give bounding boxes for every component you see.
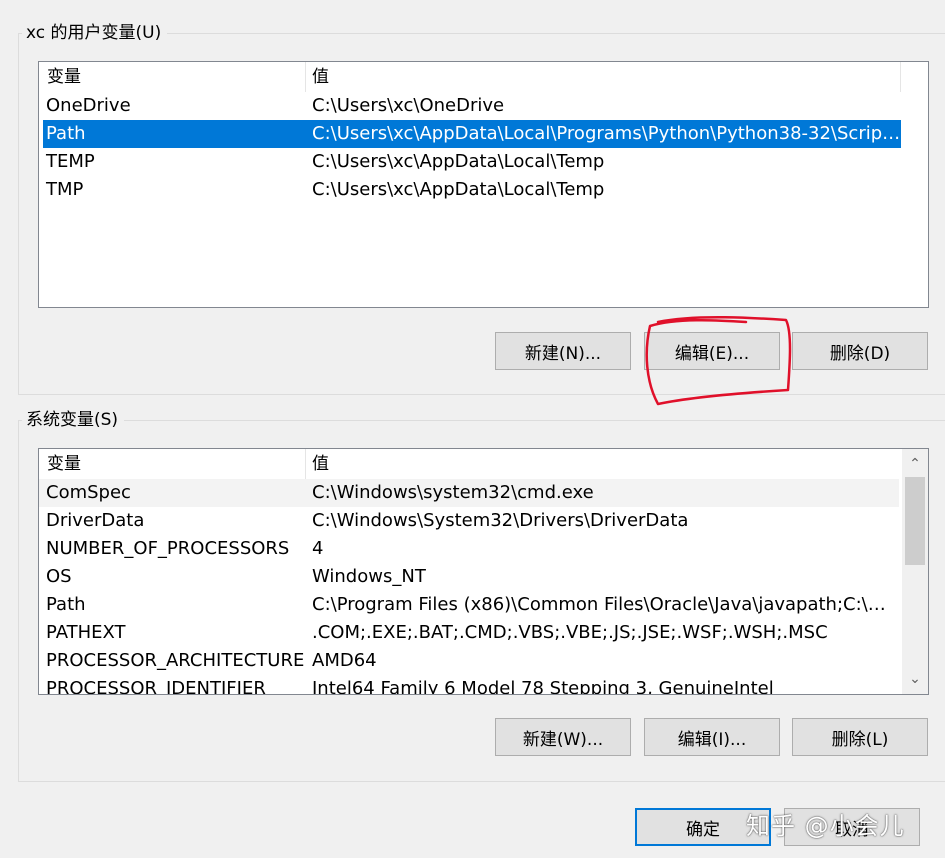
table-row[interactable]: PROCESSOR_IDENTIFIER Intel64 Family 6 Mod… — [39, 675, 899, 695]
variable-value: C:\Users\xc\AppData\Local\Programs\Pytho… — [312, 123, 902, 144]
variable-name: NUMBER_OF_PROCESSORS — [46, 538, 290, 559]
table-row[interactable]: PROCESSOR_ARCHITECTURE AMD64 — [39, 647, 899, 675]
user-variables-list[interactable]: 变量 值 OneDrive C:\Users\xc\OneDrive Path C:\… — [38, 61, 929, 308]
user-edit-button[interactable]: 编辑(E)... — [644, 332, 780, 370]
variable-value: AMD64 — [312, 650, 377, 671]
variable-name: PATHEXT — [46, 622, 126, 643]
variable-value: C:\Users\xc\AppData\Local\Temp — [312, 179, 605, 200]
column-separator[interactable] — [305, 449, 306, 479]
column-header-value[interactable]: 值 — [312, 62, 329, 92]
list-header: 变量 值 — [39, 62, 928, 92]
variable-name: Path — [46, 594, 86, 615]
table-row[interactable]: TMP C:\Users\xc\AppData\Local\Temp — [43, 176, 901, 204]
zhihu-watermark: 知乎 @小会儿 — [746, 812, 905, 840]
variable-name: OS — [46, 566, 72, 587]
variable-value: C:\Windows\system32\cmd.exe — [312, 482, 594, 503]
system-variables-list[interactable]: 变量 值 ComSpec C:\Windows\system32\cmd.exe D… — [38, 448, 929, 695]
column-separator[interactable] — [900, 62, 901, 92]
variable-value: C:\Program Files (x86)\Common Files\Orac… — [312, 594, 892, 615]
system-edit-button[interactable]: 编辑(I)... — [644, 718, 780, 756]
table-row[interactable]: PATHEXT .COM;.EXE;.BAT;.CMD;.VBS;.VBE;.JS… — [39, 619, 899, 647]
table-row[interactable]: OS Windows_NT — [39, 563, 899, 591]
scroll-down-icon[interactable]: ⌄ — [902, 666, 928, 692]
column-header-variable[interactable]: 变量 — [47, 449, 81, 479]
variable-name: TEMP — [46, 151, 95, 172]
scroll-up-icon[interactable]: ⌃ — [902, 451, 928, 477]
variable-name: ComSpec — [46, 482, 131, 503]
variable-value: Windows_NT — [312, 566, 426, 587]
table-row[interactable]: Path C:\Program Files (x86)\Common Files\… — [39, 591, 899, 619]
table-row[interactable]: Path C:\Users\xc\AppData\Local\Programs\P… — [43, 120, 902, 148]
table-row[interactable]: NUMBER_OF_PROCESSORS 4 — [39, 535, 899, 563]
system-variables-rows: ComSpec C:\Windows\system32\cmd.exe Driver… — [39, 479, 928, 695]
column-header-value[interactable]: 值 — [312, 449, 329, 479]
variable-value: C:\Users\xc\AppData\Local\Temp — [312, 151, 605, 172]
variable-value: .COM;.EXE;.BAT;.CMD;.VBS;.VBE;.JS;.JSE;.… — [312, 622, 828, 643]
column-header-variable[interactable]: 变量 — [47, 62, 81, 92]
table-row[interactable]: OneDrive C:\Users\xc\OneDrive — [43, 92, 901, 120]
variable-name: PROCESSOR_ARCHITECTURE — [46, 650, 305, 671]
variable-value: C:\Users\xc\OneDrive — [312, 95, 505, 116]
variable-value: 4 — [312, 538, 324, 559]
system-variables-title: 系统变量(S) — [22, 409, 125, 431]
vertical-scrollbar[interactable]: ⌃ ⌄ — [902, 449, 928, 694]
list-header: 变量 值 — [39, 449, 928, 479]
variable-name: Path — [46, 123, 86, 144]
column-separator[interactable] — [305, 62, 306, 92]
system-new-button[interactable]: 新建(W)... — [495, 718, 631, 756]
table-row[interactable]: ComSpec C:\Windows\system32\cmd.exe — [39, 479, 899, 507]
variable-name: TMP — [46, 179, 84, 200]
user-delete-button[interactable]: 删除(D) — [792, 332, 928, 370]
table-row[interactable]: TEMP C:\Users\xc\AppData\Local\Temp — [43, 148, 901, 176]
variable-value: Intel64 Family 6 Model 78 Stepping 3, Ge… — [312, 678, 774, 695]
scrollbar-thumb[interactable] — [905, 477, 925, 565]
variable-name: DriverData — [46, 510, 145, 531]
variable-name: OneDrive — [46, 95, 131, 116]
system-delete-button[interactable]: 删除(L) — [792, 718, 928, 756]
user-variables-rows: OneDrive C:\Users\xc\OneDrive Path C:\Users… — [39, 92, 928, 204]
user-variables-title: xc 的用户变量(U) — [22, 22, 168, 44]
user-new-button[interactable]: 新建(N)... — [495, 332, 631, 370]
variable-name: PROCESSOR_IDENTIFIER — [46, 678, 266, 695]
table-row[interactable]: DriverData C:\Windows\System32\Drivers\Dr… — [39, 507, 899, 535]
variable-value: C:\Windows\System32\Drivers\DriverData — [312, 510, 689, 531]
